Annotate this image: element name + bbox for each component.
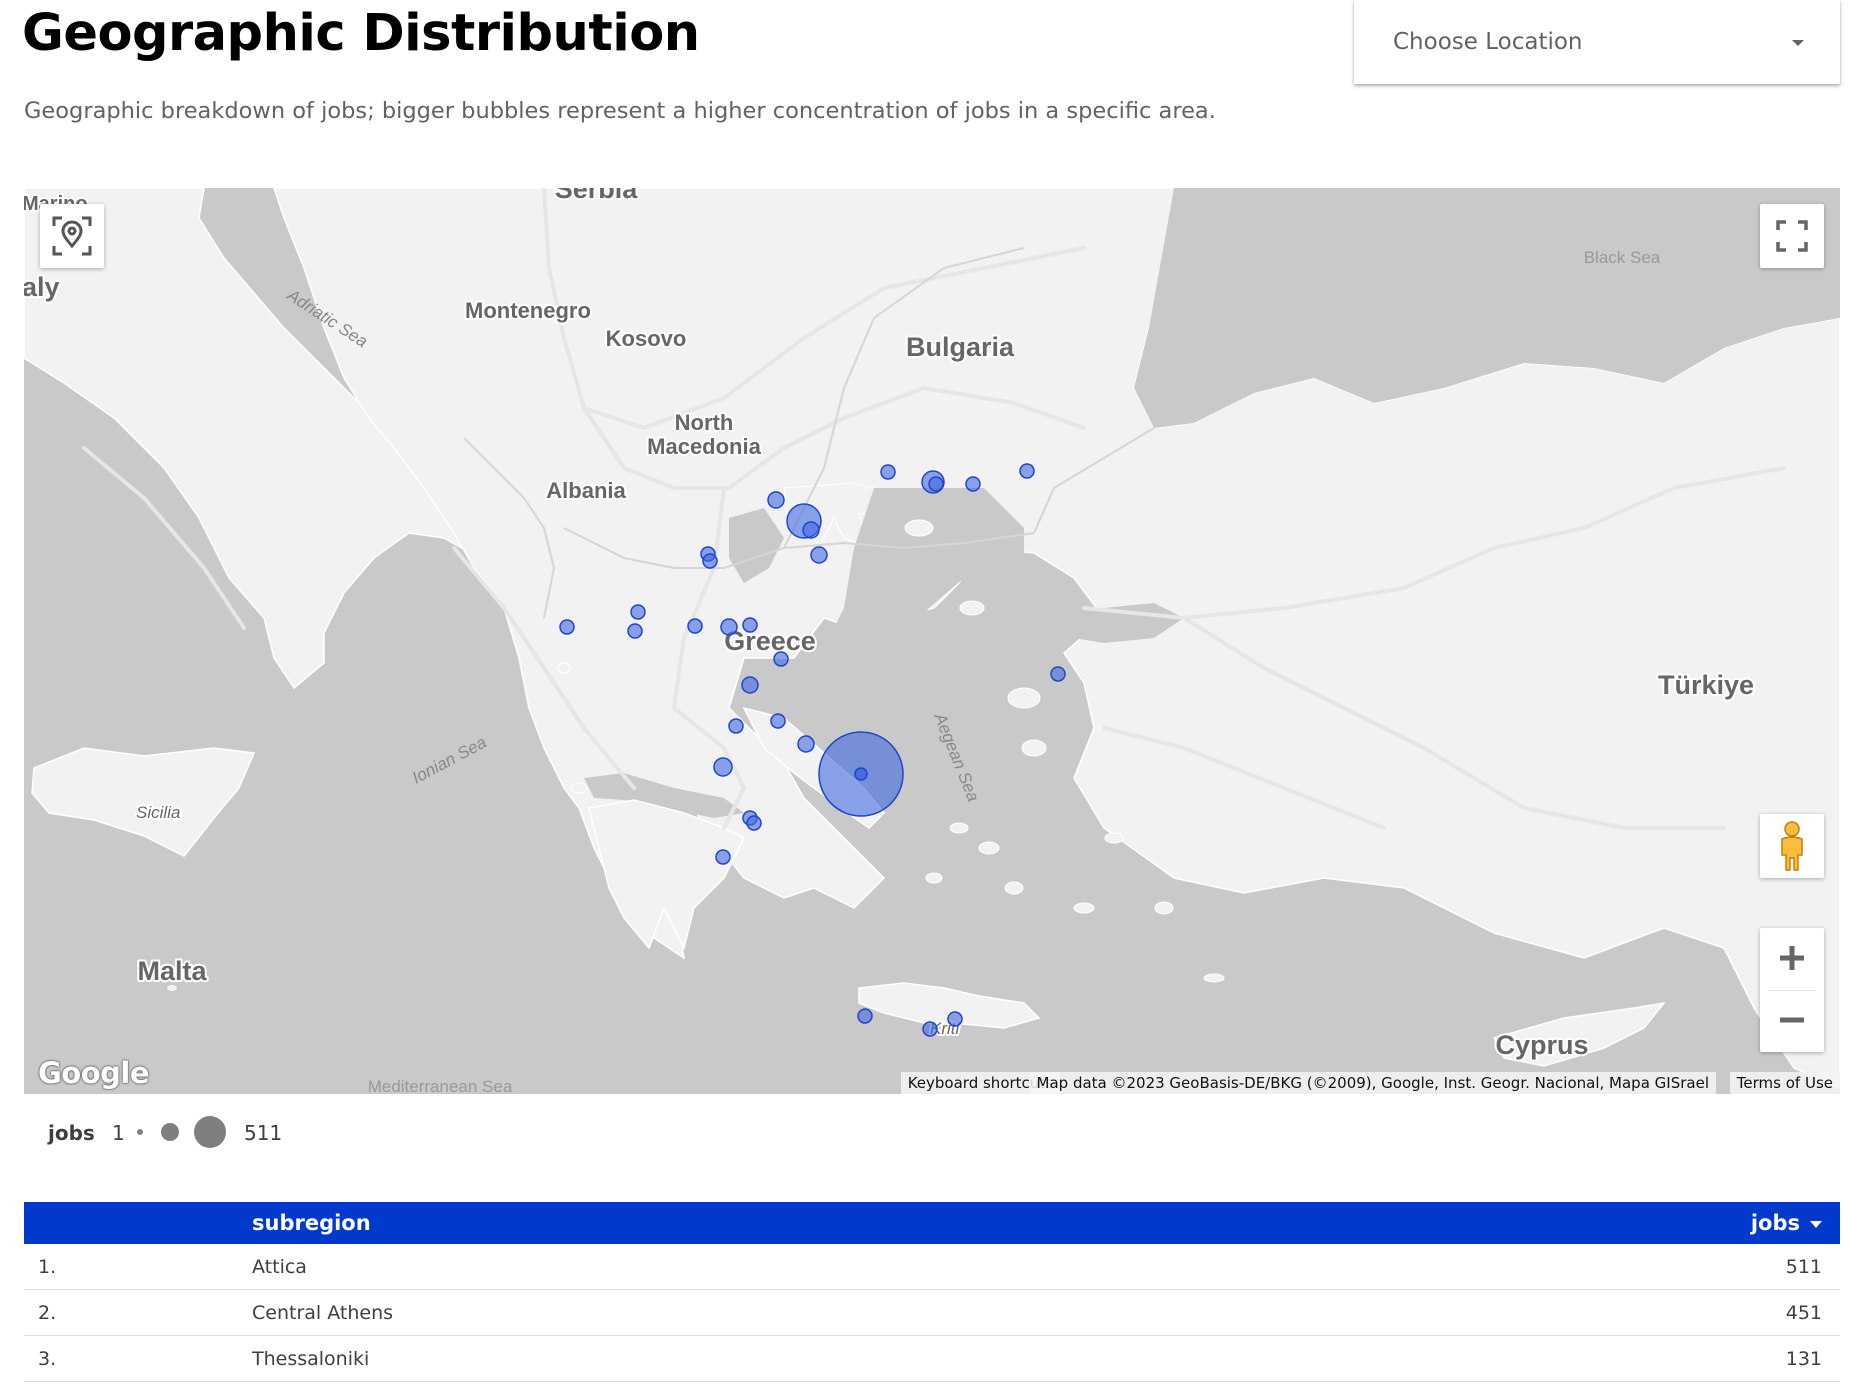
label-ionian: Ionian Sea — [409, 733, 490, 788]
sort-desc-icon — [1810, 1220, 1822, 1228]
bubble[interactable] — [742, 617, 758, 633]
row-subregion: Central Athens — [252, 1289, 1225, 1336]
bubble[interactable] — [559, 619, 575, 635]
page-subtitle: Geographic breakdown of jobs; bigger bub… — [24, 98, 1216, 124]
row-index: 1. — [24, 1244, 252, 1290]
bubble[interactable] — [773, 651, 789, 667]
bubble[interactable] — [922, 1021, 938, 1037]
bubble[interactable] — [741, 676, 759, 694]
bubble[interactable] — [965, 476, 981, 492]
label-turkiye: Türkiye — [1658, 670, 1754, 700]
row-index: 3. — [24, 1335, 252, 1382]
chevron-down-icon — [1792, 40, 1804, 46]
label-montenegro: Montenegro — [465, 298, 591, 323]
row-jobs: 451 — [1224, 1289, 1840, 1336]
bubble[interactable] — [797, 735, 815, 753]
bubble[interactable] — [746, 815, 762, 831]
locate-button[interactable] — [40, 204, 104, 268]
map-base: Serbia Marino aly Adriatic Sea Montenegr… — [24, 188, 1840, 1094]
zoom-in-icon[interactable] — [1760, 928, 1824, 990]
jobs-table: subregion jobs 1. Attica 511 2. Central … — [24, 1202, 1840, 1382]
label-italy: aly — [24, 272, 60, 302]
row-index: 2. — [24, 1289, 252, 1336]
zoom-out-icon[interactable] — [1760, 990, 1824, 1052]
legend-metric: jobs — [48, 1121, 95, 1145]
location-dropdown[interactable]: Choose Location — [1354, 0, 1840, 84]
bubble[interactable] — [687, 618, 703, 634]
fullscreen-button[interactable] — [1760, 204, 1824, 268]
bubble[interactable] — [627, 623, 643, 639]
pegman-icon — [1781, 821, 1803, 871]
legend-max: 511 — [244, 1121, 283, 1145]
label-cyprus: Cyprus — [1495, 1030, 1588, 1060]
jobs-header-label: jobs — [1750, 1211, 1800, 1235]
zoom-controls — [1760, 928, 1824, 1052]
row-jobs: 511 — [1224, 1244, 1840, 1290]
label-greece: Greece — [724, 626, 816, 656]
fullscreen-icon — [1776, 220, 1808, 252]
label-north-macedonia-2: Macedonia — [647, 434, 761, 459]
label-bulgaria: Bulgaria — [906, 332, 1015, 362]
table-row[interactable]: 2. Central Athens 451 — [24, 1289, 1840, 1336]
bubble[interactable] — [802, 521, 820, 539]
table-row[interactable]: 3. Thessaloniki 131 — [24, 1335, 1840, 1382]
label-malta: Malta — [137, 956, 207, 986]
subregion-header[interactable]: subregion — [252, 1202, 1225, 1244]
legend-min: 1 — [112, 1121, 125, 1145]
row-subregion: Attica — [252, 1244, 1225, 1290]
google-logo: Google — [38, 1056, 150, 1090]
bubble[interactable] — [928, 476, 944, 492]
label-black-sea: Black Sea — [1584, 248, 1661, 267]
index-header — [24, 1202, 252, 1244]
label-sicilia: Sicilia — [136, 803, 180, 822]
location-pin-icon — [52, 216, 92, 256]
map-data-attribution: Map data ©2023 GeoBasis-DE/BKG (©2009), … — [1029, 1072, 1716, 1094]
bubble[interactable] — [715, 849, 731, 865]
bubble[interactable] — [1050, 666, 1066, 682]
label-aegean: Aegean Sea — [930, 709, 983, 804]
bubble[interactable] — [1019, 463, 1035, 479]
bubble[interactable] — [880, 464, 896, 480]
bubble[interactable] — [713, 757, 733, 777]
bubble-map[interactable]: Serbia Marino aly Adriatic Sea Montenegr… — [24, 188, 1840, 1094]
page-title: Geographic Distribution — [22, 4, 700, 63]
bubble[interactable] — [630, 604, 646, 620]
bubble[interactable] — [947, 1011, 963, 1027]
jobs-header[interactable]: jobs — [1225, 1202, 1840, 1244]
bubble[interactable] — [770, 713, 786, 729]
bubble[interactable] — [720, 618, 738, 636]
label-albania: Albania — [546, 478, 626, 503]
row-jobs: 131 — [1224, 1335, 1840, 1382]
bubble[interactable] — [702, 553, 718, 569]
label-serbia: Serbia — [555, 188, 639, 204]
row-subregion: Thessaloniki — [252, 1335, 1225, 1382]
terms-of-use-link[interactable]: Terms of Use — [1729, 1072, 1840, 1094]
bubble[interactable] — [857, 1008, 873, 1024]
label-mediterranean: Mediterranean Sea — [368, 1077, 513, 1094]
bubble[interactable] — [810, 546, 828, 564]
table-row[interactable]: 1. Attica 511 — [24, 1244, 1840, 1290]
table-header-row: subregion jobs — [24, 1202, 1840, 1244]
bubble[interactable] — [728, 718, 744, 734]
land-sicily — [31, 747, 256, 857]
label-kosovo: Kosovo — [606, 326, 687, 351]
bubble[interactable] — [854, 767, 868, 781]
street-view-button[interactable] — [1760, 814, 1824, 878]
label-north-macedonia-1: North — [675, 410, 734, 435]
location-dropdown-label: Choose Location — [1393, 29, 1583, 55]
bubble[interactable] — [767, 491, 785, 509]
